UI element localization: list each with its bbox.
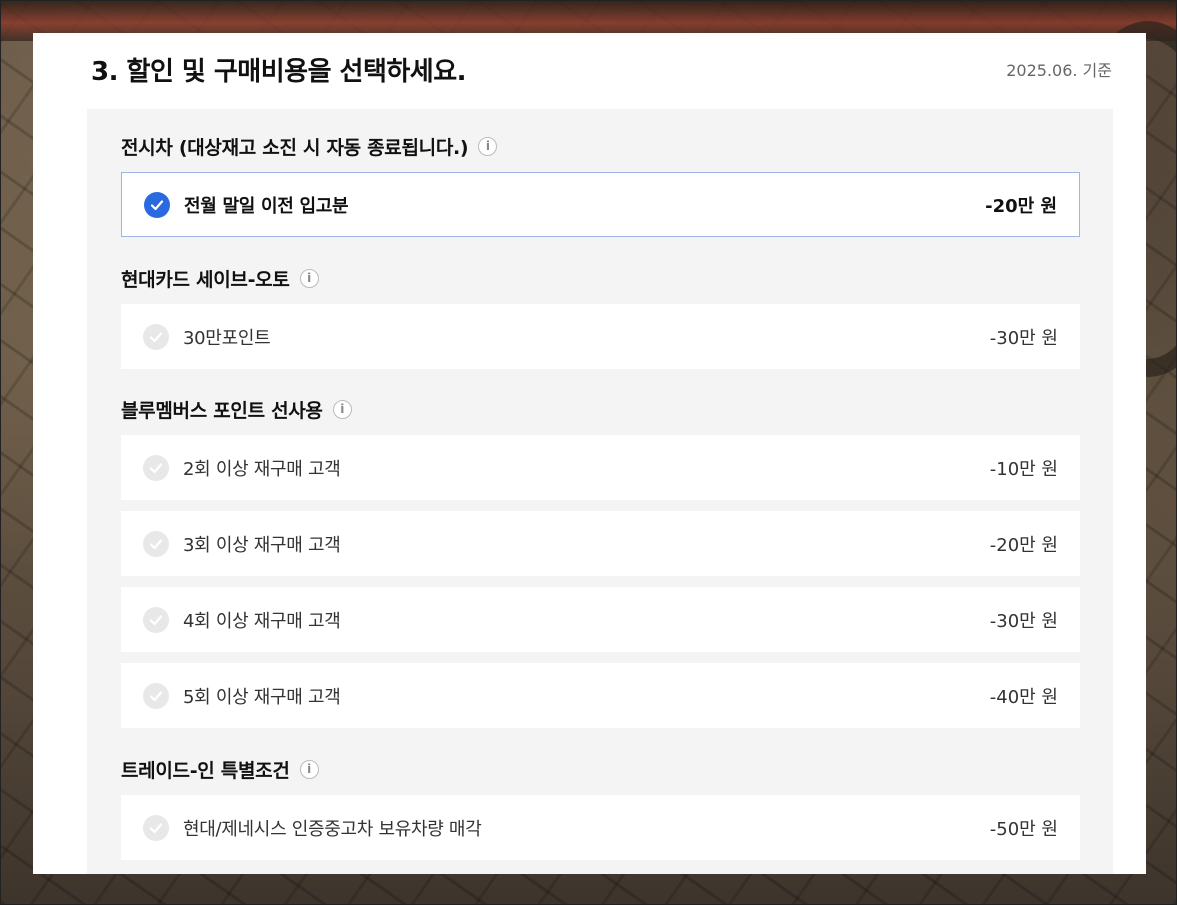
option-item[interactable]: 5회 이상 재구매 고객 -40만 원 (121, 663, 1080, 728)
option-price: -30만 원 (989, 610, 1058, 632)
group-title: 블루멤버스 포인트 선사용 i (121, 394, 1080, 424)
check-icon[interactable] (143, 606, 169, 633)
option-item[interactable]: 2회 이상 재구매 고객 -10만 원 (121, 435, 1080, 500)
option-left: 현대/제네시스 인증중고차 보유차량 매각 (143, 814, 482, 841)
group-display-car: 전시차 (대상재고 소진 시 자동 종료됩니다.) i 전월 말일 이전 입고분… (121, 131, 1080, 237)
group-title-text: 현대카드 세이브-오토 (121, 268, 290, 291)
option-item[interactable]: 30만포인트 -30만 원 (121, 304, 1080, 369)
group-title-text: 전시차 (대상재고 소진 시 자동 종료됩니다.) (121, 136, 469, 159)
group-title: 현대카드 세이브-오토 i (121, 263, 1080, 293)
check-icon[interactable] (143, 323, 169, 350)
option-price: -40만 원 (989, 686, 1058, 708)
info-icon[interactable]: i (299, 268, 319, 288)
option-item[interactable]: 4회 이상 재구매 고객 -30만 원 (121, 587, 1080, 652)
group-hyundai-card: 현대카드 세이브-오토 i 30만포인트 -30만 원 (121, 263, 1080, 369)
options-box: 전시차 (대상재고 소진 시 자동 종료됩니다.) i 전월 말일 이전 입고분… (87, 109, 1113, 874)
base-date: 2025.06. 기준 (1006, 61, 1112, 80)
group-blue-members: 블루멤버스 포인트 선사용 i 2회 이상 재구매 고객 -10만 원 3회 이… (121, 394, 1080, 728)
option-price: -20만 원 (985, 195, 1057, 217)
option-item[interactable]: 3회 이상 재구매 고객 -20만 원 (121, 511, 1080, 576)
discount-panel: 3. 할인 및 구매비용을 선택하세요. 2025.06. 기준 전시차 (대상… (33, 33, 1146, 874)
group-title-text: 블루멤버스 포인트 선사용 (121, 399, 323, 422)
option-label: 3회 이상 재구매 고객 (183, 534, 341, 556)
option-label: 2회 이상 재구매 고객 (183, 458, 341, 480)
option-price: -50만 원 (989, 818, 1058, 840)
check-icon[interactable] (143, 530, 169, 557)
check-icon[interactable] (143, 454, 169, 481)
group-title: 트레이드-인 특별조건 i (121, 754, 1080, 784)
group-trade-in: 트레이드-인 특별조건 i 현대/제네시스 인증중고차 보유차량 매각 -50만… (121, 754, 1080, 860)
option-left: 4회 이상 재구매 고객 (143, 606, 341, 633)
info-icon[interactable]: i (332, 399, 352, 419)
option-left: 30만포인트 (143, 323, 271, 350)
option-label: 4회 이상 재구매 고객 (183, 610, 341, 632)
group-title-text: 트레이드-인 특별조건 (121, 759, 290, 782)
check-icon[interactable] (144, 191, 170, 218)
check-icon[interactable] (143, 682, 169, 709)
option-label: 현대/제네시스 인증중고차 보유차량 매각 (183, 818, 482, 840)
info-icon[interactable]: i (478, 136, 498, 156)
option-label: 5회 이상 재구매 고객 (183, 686, 341, 708)
option-price: -20만 원 (989, 534, 1058, 556)
option-label: 전월 말일 이전 입고분 (184, 195, 349, 217)
option-price: -10만 원 (989, 458, 1058, 480)
group-title: 전시차 (대상재고 소진 시 자동 종료됩니다.) i (121, 131, 1080, 161)
option-left: 3회 이상 재구매 고객 (143, 530, 341, 557)
option-item[interactable]: 현대/제네시스 인증중고차 보유차량 매각 -50만 원 (121, 795, 1080, 860)
option-label: 30만포인트 (183, 327, 271, 349)
option-left: 전월 말일 이전 입고분 (144, 191, 349, 218)
option-left: 2회 이상 재구매 고객 (143, 454, 341, 481)
page-frame: 3. 할인 및 구매비용을 선택하세요. 2025.06. 기준 전시차 (대상… (0, 0, 1177, 905)
option-item[interactable]: 전월 말일 이전 입고분 -20만 원 (121, 172, 1080, 237)
option-price: -30만 원 (989, 327, 1058, 349)
option-left: 5회 이상 재구매 고객 (143, 682, 341, 709)
section-title: 3. 할인 및 구매비용을 선택하세요. (91, 56, 467, 87)
section-header: 3. 할인 및 구매비용을 선택하세요. 2025.06. 기준 (91, 51, 1112, 87)
info-icon[interactable]: i (299, 759, 319, 779)
check-icon[interactable] (143, 814, 169, 841)
